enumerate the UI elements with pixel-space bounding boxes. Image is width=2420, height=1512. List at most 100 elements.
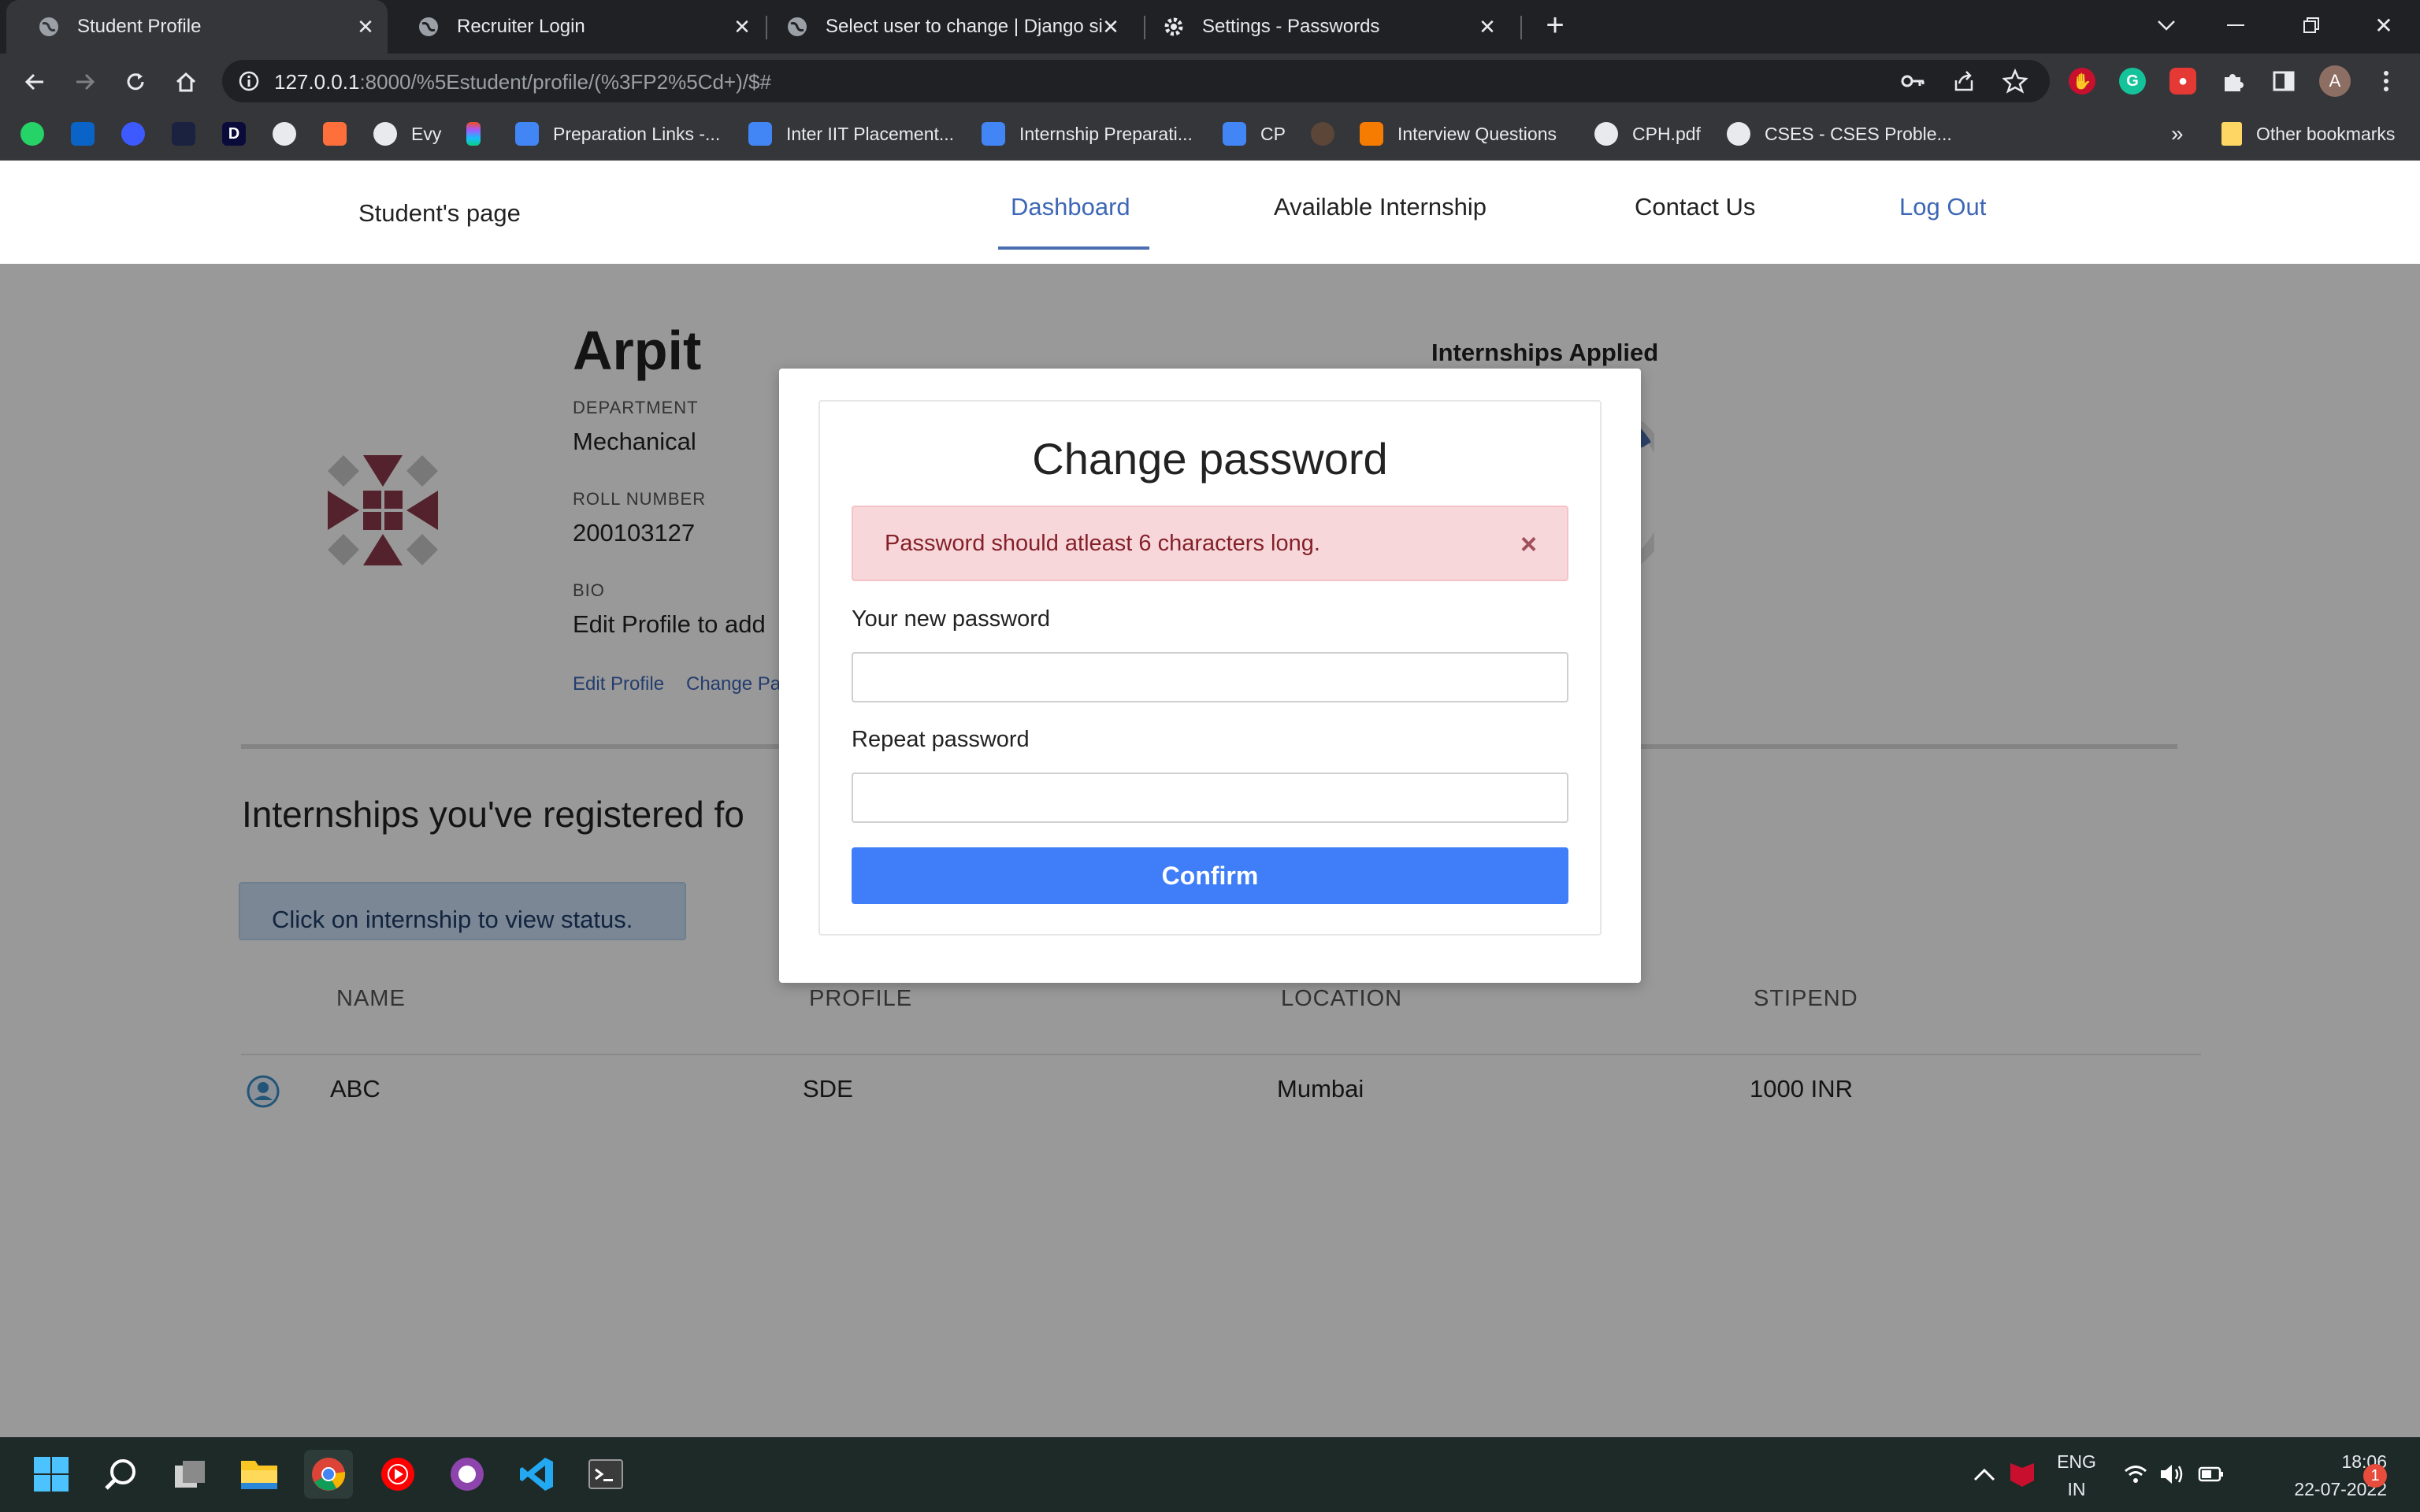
active-nav-indicator <box>998 246 1149 250</box>
folder-icon <box>2221 122 2242 146</box>
bookmark-label: Inter IIT Placement... <box>786 123 955 144</box>
bookmark-star-icon[interactable] <box>2002 69 2028 94</box>
vscode-icon[interactable] <box>512 1450 561 1499</box>
google-docs-icon <box>1223 122 1246 146</box>
bookmark-label: CP <box>1260 123 1286 144</box>
tab-settings-passwords[interactable]: Settings - Passwords ✕ <box>1131 0 1509 54</box>
nav-dashboard[interactable]: Dashboard <box>1011 193 1130 221</box>
close-tab-icon[interactable]: ✕ <box>1100 16 1122 38</box>
new-password-label: Your new password <box>852 606 1051 632</box>
bookmark-codechef[interactable] <box>1311 120 1349 148</box>
bookmark-label: CPH.pdf <box>1632 123 1701 144</box>
file-explorer-icon[interactable] <box>235 1450 284 1499</box>
new-tab-icon[interactable]: + <box>1530 0 1580 50</box>
share-icon[interactable] <box>1952 69 1976 93</box>
battery-icon[interactable] <box>2187 1450 2236 1499</box>
tab-recruiter-login[interactable]: Recruiter Login ✕ <box>386 0 764 54</box>
bookmark-dark[interactable] <box>172 120 210 148</box>
bookmark-app[interactable] <box>121 120 159 148</box>
bookmark-preparation-links[interactable]: Preparation Links -... <box>515 120 720 148</box>
codechef-icon <box>1311 122 1334 146</box>
ublock-extension-icon[interactable]: ✋ <box>2069 68 2095 94</box>
tab-student-profile[interactable]: Student Profile ✕ <box>6 0 388 54</box>
github-desktop-icon[interactable] <box>443 1450 492 1499</box>
more-menu-icon[interactable] <box>2373 68 2400 94</box>
bookmark-inter-iit[interactable]: Inter IIT Placement... <box>748 120 954 148</box>
change-password-modal: Change password Password should atleast … <box>779 369 1641 983</box>
confirm-button[interactable]: Confirm <box>852 847 1568 904</box>
search-icon[interactable] <box>96 1450 145 1499</box>
bookmark-interview-questions[interactable]: Interview Questions <box>1360 120 1557 148</box>
close-icon[interactable]: × <box>1520 528 1537 561</box>
site-brand[interactable]: Student's page <box>358 199 521 228</box>
outlook-icon <box>71 122 95 146</box>
task-view-icon[interactable] <box>165 1450 214 1499</box>
bookmark-outlook[interactable] <box>71 120 109 148</box>
close-window-icon[interactable]: ✕ <box>2359 0 2409 50</box>
gear-icon <box>1163 16 1185 38</box>
bookmark-whatsapp[interactable] <box>20 120 58 148</box>
mcafee-icon[interactable] <box>1998 1450 2047 1499</box>
bookmark-github[interactable] <box>273 120 310 148</box>
close-tab-icon[interactable]: ✕ <box>354 16 377 38</box>
info-icon[interactable] <box>238 70 260 92</box>
home-icon[interactable] <box>167 63 205 101</box>
figma-icon <box>466 122 481 146</box>
repeat-password-label: Repeat password <box>852 727 1030 752</box>
app-icon <box>121 122 145 146</box>
tab-title: Student Profile <box>77 16 202 37</box>
record-extension-icon[interactable]: ● <box>2169 68 2196 94</box>
puzzle-extensions-icon[interactable] <box>2220 68 2247 94</box>
restore-icon[interactable] <box>2286 0 2336 50</box>
globe-icon <box>38 16 60 38</box>
bookmark-label: Evy <box>411 123 442 144</box>
language-indicator[interactable]: ENG IN <box>2048 1451 2105 1500</box>
site-navbar: Student's page Dashboard Available Inter… <box>0 161 2420 264</box>
bookmarks-overflow-chevron[interactable]: » <box>2171 120 2184 148</box>
new-password-input[interactable] <box>852 652 1568 702</box>
tab-title: Recruiter Login <box>457 16 585 37</box>
modal-title: Change password <box>1032 434 1388 484</box>
close-tab-icon[interactable]: ✕ <box>731 16 753 38</box>
google-docs-icon <box>748 122 772 146</box>
nav-available-internship[interactable]: Available Internship <box>1274 193 1487 221</box>
repeat-password-input[interactable] <box>852 773 1568 823</box>
bookmark-evy[interactable]: Evy <box>373 120 441 148</box>
tab-search-icon[interactable] <box>2141 0 2192 50</box>
d-letter-icon: D <box>222 122 246 146</box>
reload-icon[interactable] <box>117 63 154 101</box>
nav-contact-us[interactable]: Contact Us <box>1635 193 1755 221</box>
app-icon <box>1360 122 1383 146</box>
dark-app-icon <box>172 122 195 146</box>
minimize-icon[interactable] <box>2210 0 2261 50</box>
bookmark-d[interactable]: D <box>222 120 260 148</box>
bookmark-cses[interactable]: CSES - CSES Proble... <box>1727 120 1952 148</box>
bookmark-figma[interactable] <box>466 120 495 148</box>
error-alert: Password should atleast 6 characters lon… <box>852 506 1568 581</box>
region-code: IN <box>2067 1479 2086 1499</box>
key-icon[interactable] <box>1900 69 1925 93</box>
chrome-icon[interactable] <box>304 1450 353 1499</box>
address-bar[interactable]: 127.0.0.1:8000/%5Estudent/profile/(%3FP2… <box>222 60 2050 102</box>
app-icon <box>323 122 347 146</box>
windows-start-icon[interactable] <box>27 1450 76 1499</box>
side-panel-icon[interactable] <box>2270 68 2297 94</box>
bookmark-cph[interactable]: CPH.pdf <box>1594 120 1701 148</box>
profile-avatar[interactable]: A <box>2319 65 2351 97</box>
tab-django-admin[interactable]: Select user to change | Django si ✕ <box>755 0 1133 54</box>
other-bookmarks[interactable]: Other bookmarks <box>2221 120 2395 148</box>
bookmarks-bar: D Evy Preparation Links -... Inter IIT P… <box>0 109 2420 161</box>
bookmark-internship-prep[interactable]: Internship Preparati... <box>982 120 1193 148</box>
terminal-icon[interactable] <box>581 1450 630 1499</box>
back-arrow-icon[interactable] <box>16 63 54 101</box>
tab-title: Settings - Passwords <box>1202 16 1380 37</box>
close-tab-icon[interactable]: ✕ <box>1476 16 1498 38</box>
notification-badge[interactable]: 1 <box>2363 1464 2387 1488</box>
grammarly-extension-icon[interactable]: G <box>2119 68 2146 94</box>
forward-arrow-icon[interactable] <box>66 63 104 101</box>
bookmark-orange[interactable] <box>323 120 361 148</box>
bookmark-cp[interactable]: CP <box>1223 120 1286 148</box>
bookmark-label: Interview Questions <box>1397 123 1557 144</box>
youtube-music-icon[interactable] <box>373 1450 422 1499</box>
nav-log-out[interactable]: Log Out <box>1899 193 1986 221</box>
